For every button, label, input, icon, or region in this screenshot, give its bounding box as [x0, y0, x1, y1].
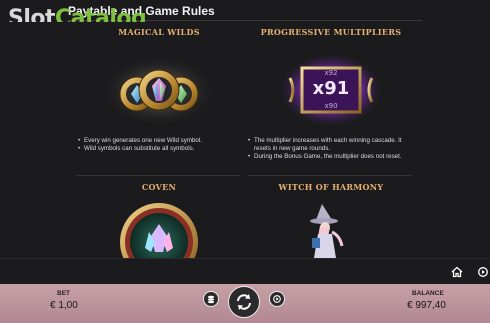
stake-button[interactable]	[203, 291, 219, 307]
bullet-item: Every win generates one new Wild symbol.	[78, 137, 238, 145]
home-button[interactable]	[450, 265, 464, 279]
stake-icon	[207, 295, 215, 304]
multiplier-top-value: x92	[324, 69, 338, 77]
magical-wilds-image	[101, 55, 217, 127]
control-strip	[0, 258, 490, 285]
feature-title-witch-of-harmony: WITCH OF HARMONY	[278, 182, 384, 192]
witch-of-harmony-image	[310, 204, 344, 258]
magical-wilds-description: Every win generates one new Wild symbol.…	[78, 137, 238, 153]
balance-value: € 997,40	[407, 300, 446, 311]
home-icon	[451, 266, 463, 278]
bet-label: BET	[57, 290, 70, 297]
section-divider	[76, 175, 240, 176]
spin-icon	[237, 294, 251, 310]
progressive-multipliers-image: x92 x91 x90	[282, 54, 380, 126]
bullet-item: Wild symbols can substitute all symbols.	[78, 145, 238, 153]
multiplier-bottom-value: x90	[324, 102, 338, 110]
autoplay-button[interactable]	[269, 291, 285, 307]
autoplay-icon	[273, 295, 281, 303]
autoplay-top-button[interactable]	[476, 265, 490, 279]
feature-title-coven: COVEN	[141, 182, 177, 192]
feature-title-progressive-multipliers: PROGRESSIVE MULTIPLIERS	[260, 27, 402, 37]
bet-value: € 1,00	[50, 300, 78, 311]
multiplier-main-value: x91	[312, 78, 350, 99]
balance-label: BALANCE	[412, 290, 444, 297]
bullet-item: The multiplier increases with each winni…	[248, 137, 416, 153]
paytable-content: MAGICAL WILDS • Every win generates one …	[0, 22, 490, 258]
bullet-item: During the Bonus Game, the multiplier do…	[248, 153, 416, 161]
footer-bar: BET € 1,00 BALANCE € 997,40	[0, 284, 490, 323]
autoplay-icon	[478, 267, 488, 277]
section-divider	[248, 175, 412, 176]
spin-button[interactable]	[228, 286, 260, 318]
progressive-multipliers-description: The multiplier increases with each winni…	[248, 137, 416, 161]
feature-title-magical-wilds: MAGICAL WILDS	[118, 27, 200, 37]
coven-image	[120, 203, 198, 258]
